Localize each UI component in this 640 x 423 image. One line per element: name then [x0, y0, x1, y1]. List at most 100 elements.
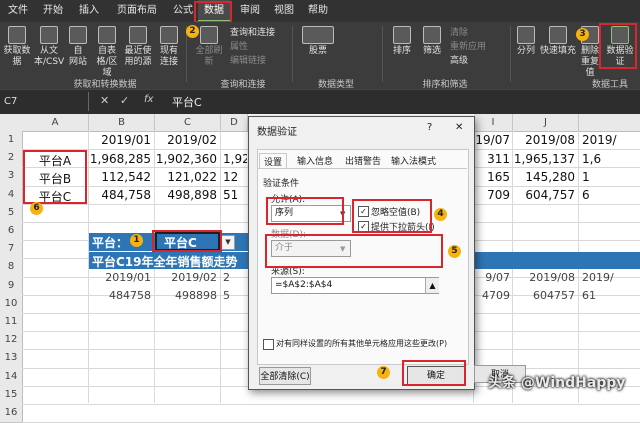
cell-d9[interactable]: 2: [223, 271, 247, 284]
stocks-button[interactable]: 股票: [300, 26, 336, 57]
cell-i9[interactable]: 9/07: [474, 271, 510, 284]
column-header-b[interactable]: B: [89, 114, 155, 132]
cell-c2[interactable]: 1,902,360: [155, 152, 217, 166]
edit-links-button[interactable]: 编辑链接: [230, 55, 266, 67]
row-header-13[interactable]: 13: [0, 349, 23, 369]
split-column-button[interactable]: 分列: [514, 26, 538, 57]
cell-j4[interactable]: 604,757: [513, 188, 575, 202]
cell-k4[interactable]: 6: [582, 188, 640, 202]
from-web-button[interactable]: 自网站: [66, 26, 90, 68]
cell-j3[interactable]: 145,280: [513, 170, 575, 184]
confirm-icon[interactable]: ✓: [120, 94, 129, 107]
row-header-2[interactable]: 2: [0, 149, 23, 169]
row-header-5[interactable]: 5: [0, 203, 23, 223]
close-icon[interactable]: ✕: [455, 122, 463, 133]
row-header-11[interactable]: 11: [0, 313, 23, 333]
sort-button[interactable]: 排序: [390, 26, 414, 57]
cancel-icon[interactable]: ✕: [100, 94, 109, 107]
cell-j9[interactable]: 2019/08: [513, 271, 575, 284]
tab-ime-mode[interactable]: 输入法模式: [391, 154, 436, 167]
row-header-1[interactable]: 1: [0, 131, 23, 151]
tab-file[interactable]: 文件: [4, 0, 32, 22]
advanced-button[interactable]: 高级: [450, 55, 468, 67]
formula-input[interactable]: 平台C: [172, 94, 202, 110]
cell-d2[interactable]: 1,92: [223, 152, 247, 166]
column-header-i[interactable]: I: [474, 114, 513, 132]
queries-connections-button[interactable]: 查询和连接: [230, 27, 275, 39]
cell-k3[interactable]: 1: [582, 170, 640, 184]
cell-i10[interactable]: 4709: [474, 289, 510, 302]
cell-j10[interactable]: 604757: [513, 289, 575, 302]
cell-b3[interactable]: 112,542: [89, 170, 151, 184]
row-header-10[interactable]: 10: [0, 294, 23, 314]
cell-b10[interactable]: 484758: [89, 289, 151, 302]
row-header-16[interactable]: 16: [0, 404, 23, 423]
dropdown-arrow-icon[interactable]: ▼: [221, 235, 235, 250]
clear-button[interactable]: 清除: [450, 27, 468, 39]
cell-i4[interactable]: 709: [474, 188, 510, 202]
flash-fill-button[interactable]: 快速填充: [540, 26, 576, 57]
reapply-button[interactable]: 重新应用: [450, 41, 486, 53]
cell-b1[interactable]: 2019/01: [89, 133, 151, 147]
cell-c4[interactable]: 498,898: [155, 188, 217, 202]
cell-k10[interactable]: 61: [582, 289, 640, 302]
cell-b4[interactable]: 484,758: [89, 188, 151, 202]
column-header-k[interactable]: [579, 114, 640, 132]
source-input[interactable]: =$A$2:$A$4: [271, 277, 439, 294]
cell-c9[interactable]: 2019/02: [155, 271, 217, 284]
row-header-4[interactable]: 4: [0, 185, 23, 205]
cell-j2[interactable]: 1,965,137: [513, 152, 575, 166]
row-header-3[interactable]: 3: [0, 167, 23, 187]
filter-button[interactable]: 筛选: [420, 26, 444, 57]
row-header-9[interactable]: 9: [0, 276, 23, 296]
cell-k9[interactable]: 2019/: [582, 271, 640, 284]
cell-k1[interactable]: 2019/: [582, 133, 640, 147]
select-all-corner[interactable]: [0, 114, 23, 132]
tab-page-layout[interactable]: 页面布局: [110, 0, 164, 22]
cell-i2[interactable]: 311: [474, 152, 510, 166]
row-header-7[interactable]: 7: [0, 240, 23, 260]
help-icon[interactable]: ?: [427, 122, 432, 133]
from-table-button[interactable]: 自表 格/区域: [92, 26, 122, 79]
cell-j1[interactable]: 2019/08: [513, 133, 575, 147]
tab-view[interactable]: 视图: [270, 0, 298, 22]
existing-connections-button[interactable]: 现有 连接: [156, 26, 182, 68]
tab-home[interactable]: 开始: [38, 0, 68, 22]
tab-error-alert[interactable]: 出错警告: [345, 154, 381, 167]
column-header-a[interactable]: A: [22, 114, 89, 132]
cell-k2[interactable]: 1,6: [582, 152, 640, 166]
column-header-j[interactable]: J: [513, 114, 579, 132]
cell-d4[interactable]: 51: [223, 188, 247, 202]
name-box[interactable]: C7: [4, 94, 74, 109]
cell-b2[interactable]: 1,968,285: [89, 152, 151, 166]
cell-b9[interactable]: 2019/01: [89, 271, 151, 284]
cell-c10[interactable]: 498898: [155, 289, 217, 302]
cell-c1[interactable]: 2019/02: [155, 133, 217, 147]
column-header-d[interactable]: D: [221, 114, 248, 132]
from-text-button[interactable]: 从文 本/CSV: [34, 26, 64, 68]
column-header-c[interactable]: C: [155, 114, 221, 132]
cell-d3[interactable]: 12: [223, 170, 247, 184]
tab-review[interactable]: 审阅: [236, 0, 264, 22]
row-header-8[interactable]: 8: [0, 258, 23, 278]
row-header-14[interactable]: 14: [0, 367, 23, 387]
tab-help[interactable]: 帮助: [304, 0, 332, 22]
tab-insert[interactable]: 插入: [74, 0, 104, 22]
cell-i3[interactable]: 165: [474, 170, 510, 184]
clear-all-button[interactable]: 全部清除(C): [259, 367, 311, 385]
apply-all-checkbox[interactable]: [263, 339, 274, 350]
cell-d10[interactable]: 5: [223, 289, 247, 302]
row-header-6[interactable]: 6: [0, 222, 23, 242]
row-header-15[interactable]: 15: [0, 385, 23, 405]
validation-criteria-label: 验证条件: [263, 179, 300, 189]
tab-input-message[interactable]: 输入信息: [297, 154, 333, 167]
row-header-12[interactable]: 12: [0, 331, 23, 351]
collapse-dialog-icon[interactable]: ▲: [425, 278, 439, 293]
recent-sources-button[interactable]: 最近使 用的源: [122, 26, 154, 68]
get-data-button[interactable]: 获取数据: [2, 26, 32, 68]
tab-settings[interactable]: 设置: [259, 153, 288, 169]
function-icon[interactable]: fx: [144, 94, 153, 105]
properties-button[interactable]: 属性: [230, 41, 248, 53]
cell-i1[interactable]: 19/07: [474, 133, 510, 147]
cell-c3[interactable]: 121,022: [155, 170, 217, 184]
